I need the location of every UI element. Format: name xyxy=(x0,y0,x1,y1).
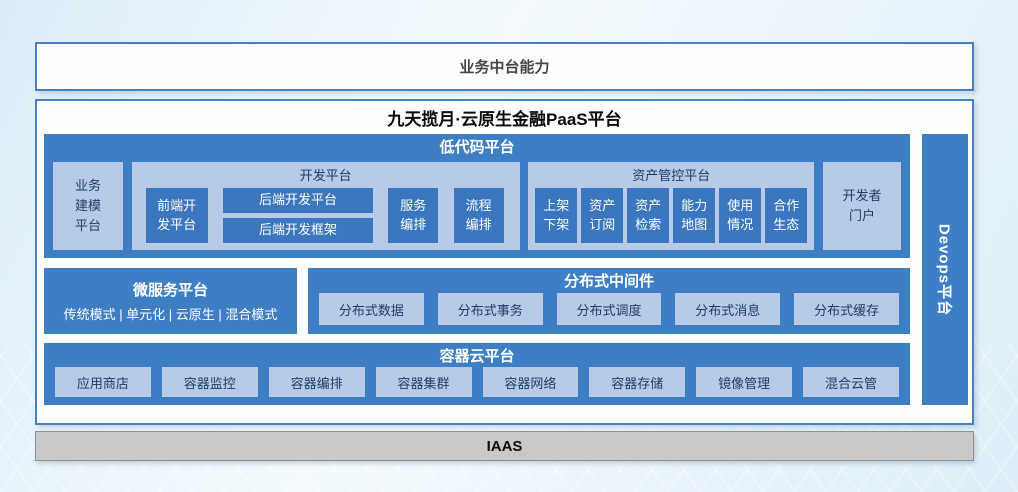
business-midplatform-banner: 业务中台能力 xyxy=(35,42,974,91)
container-item-monitoring: 容器监控 xyxy=(162,367,258,397)
container-cloud-title: 容器云平台 xyxy=(44,345,910,367)
microservice-platform-section: 微服务平台 传统模式 | 单元化 | 云原生 | 混合模式 xyxy=(44,268,297,334)
middleware-items: 分布式数据 分布式事务 分布式调度 分布式消息 分布式缓存 xyxy=(319,293,899,325)
iaas-layer-bar: IAAS xyxy=(35,431,974,461)
microservice-modes: 传统模式 | 单元化 | 云原生 | 混合模式 xyxy=(64,304,278,323)
business-midplatform-label: 业务中台能力 xyxy=(459,56,549,77)
process-orchestration-card: 流程 编排 xyxy=(454,188,504,243)
container-cloud-section: 容器云平台 应用商店 容器监控 容器编排 容器集群 容器网络 容器存储 镜像管理… xyxy=(44,343,910,405)
service-orchestration-card: 服务 编排 xyxy=(388,188,438,243)
container-item-orchestration: 容器编排 xyxy=(269,367,365,397)
container-item-network: 容器网络 xyxy=(483,367,579,397)
middleware-title: 分布式中间件 xyxy=(308,270,910,292)
asset-control-title: 资产管控平台 xyxy=(528,165,814,185)
microservice-platform-title: 微服务平台 xyxy=(133,279,208,300)
backend-stack: 后端开发平台 后端开发框架 xyxy=(223,188,373,243)
backend-platform-card: 后端开发平台 xyxy=(223,188,373,213)
devops-platform-label: Devops平台 xyxy=(935,223,956,315)
backend-framework-card: 后端开发框架 xyxy=(223,218,373,243)
lowcode-platform-section: 低代码平台 业务 建模 平台 开发平台 前端开 发平台 后端开发平台 后端开发框… xyxy=(44,134,910,258)
middleware-item-scheduling: 分布式调度 xyxy=(557,293,662,325)
middleware-item-cache: 分布式缓存 xyxy=(794,293,899,325)
dev-platform-items: 前端开 发平台 后端开发平台 后端开发框架 服务 编排 流程 编排 xyxy=(146,188,504,243)
developer-portal-card: 开发者 门户 xyxy=(823,162,901,250)
asset-control-items: 上架 下架 资产 订阅 资产 检索 能力 地图 使用 情况 合作 生态 xyxy=(535,188,807,243)
dev-platform-title: 开发平台 xyxy=(132,165,520,185)
container-cloud-items: 应用商店 容器监控 容器编排 容器集群 容器网络 容器存储 镜像管理 混合云管 xyxy=(55,367,899,397)
middleware-item-data: 分布式数据 xyxy=(319,293,424,325)
platform-title: 九天揽月·云原生金融PaaS平台 xyxy=(37,105,972,131)
container-item-storage: 容器存储 xyxy=(589,367,685,397)
business-modeling-card: 业务 建模 平台 xyxy=(53,162,123,250)
dev-platform-panel: 开发平台 前端开 发平台 后端开发平台 后端开发框架 服务 编排 流程 编排 xyxy=(132,162,520,250)
asset-item-ecosystem: 合作 生态 xyxy=(765,188,807,243)
asset-item-subscription: 资产 订阅 xyxy=(581,188,623,243)
container-item-image-mgmt: 镜像管理 xyxy=(696,367,792,397)
asset-control-panel: 资产管控平台 上架 下架 资产 订阅 资产 检索 能力 地图 使用 情况 合作 … xyxy=(528,162,814,250)
asset-item-search: 资产 检索 xyxy=(627,188,669,243)
devops-platform-bar: Devops平台 xyxy=(922,134,968,405)
container-item-hybrid-cloud: 混合云管 xyxy=(803,367,899,397)
asset-item-usage: 使用 情况 xyxy=(719,188,761,243)
middleware-item-message: 分布式消息 xyxy=(675,293,780,325)
container-item-app-store: 应用商店 xyxy=(55,367,151,397)
middleware-item-transaction: 分布式事务 xyxy=(438,293,543,325)
lowcode-platform-title: 低代码平台 xyxy=(44,136,910,158)
frontend-dev-card: 前端开 发平台 xyxy=(146,188,208,243)
middleware-section: 分布式中间件 分布式数据 分布式事务 分布式调度 分布式消息 分布式缓存 xyxy=(308,268,910,334)
paas-platform-panel: 九天揽月·云原生金融PaaS平台 低代码平台 业务 建模 平台 开发平台 前端开… xyxy=(35,99,974,425)
asset-item-onoff-shelf: 上架 下架 xyxy=(535,188,577,243)
iaas-label: IAAS xyxy=(487,438,523,455)
lowcode-platform-row: 业务 建模 平台 开发平台 前端开 发平台 后端开发平台 后端开发框架 服务 编… xyxy=(53,162,901,250)
container-item-cluster: 容器集群 xyxy=(376,367,472,397)
asset-item-capability-map: 能力 地图 xyxy=(673,188,715,243)
